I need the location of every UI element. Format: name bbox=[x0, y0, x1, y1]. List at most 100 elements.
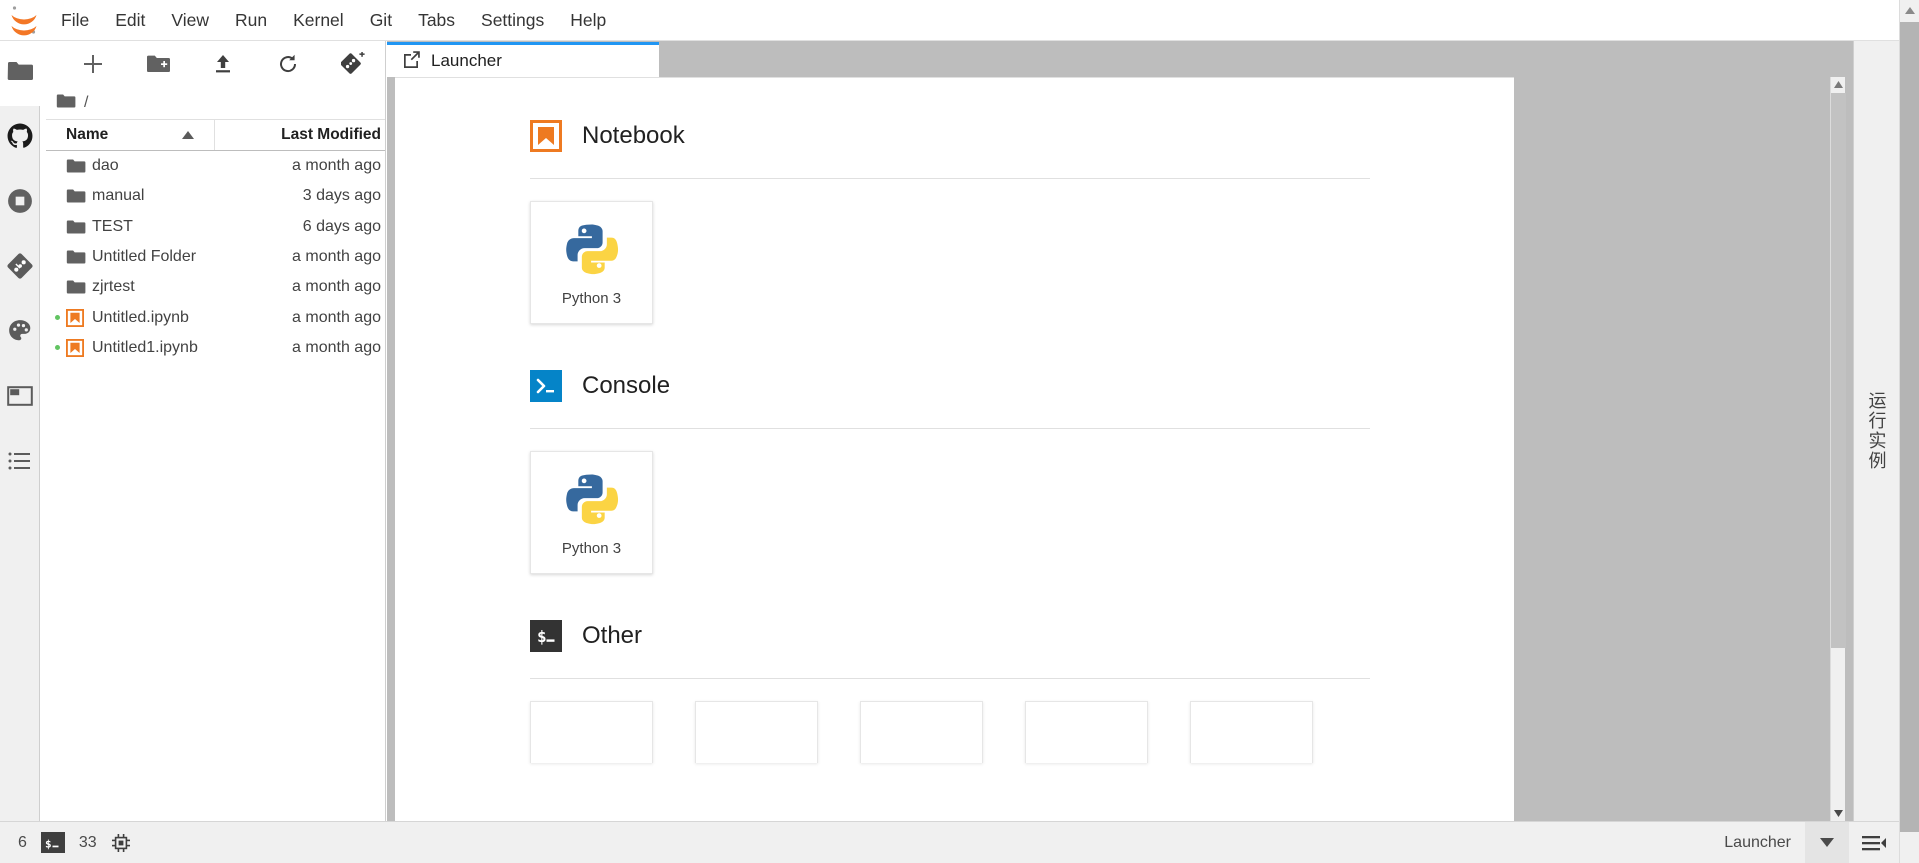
sidebar-item-running[interactable] bbox=[0, 171, 40, 236]
terminal-count-indicator[interactable]: 33 bbox=[79, 834, 97, 852]
hamburger-menu-icon[interactable] bbox=[1849, 822, 1899, 863]
section-divider bbox=[530, 178, 1370, 179]
file-list-item-modified: 6 days ago bbox=[215, 218, 385, 236]
page-scroll-up-button[interactable] bbox=[1900, 0, 1919, 21]
launcher-card-console-python3-label: Python 3 bbox=[562, 540, 621, 557]
new-launcher-button[interactable] bbox=[60, 44, 125, 84]
scrollbar-thumb[interactable] bbox=[1831, 93, 1846, 648]
launcher-section-console-title: Console bbox=[582, 372, 670, 400]
list-icon bbox=[7, 450, 33, 477]
launcher-other-cards bbox=[530, 701, 1514, 763]
sidebar-item-commands[interactable] bbox=[0, 301, 40, 366]
file-list-item-modified: 3 days ago bbox=[215, 187, 385, 205]
section-divider bbox=[530, 428, 1370, 429]
menu-view[interactable]: View bbox=[158, 0, 222, 41]
sidebar-item-file-browser[interactable] bbox=[0, 41, 40, 106]
file-list-item[interactable]: zjrtesta month ago bbox=[46, 272, 385, 302]
kernel-count-indicator[interactable]: 6 bbox=[18, 834, 27, 852]
file-list-item-modified: a month ago bbox=[215, 157, 385, 175]
launcher-vertical-scrollbar[interactable] bbox=[1830, 77, 1845, 821]
file-list-header: Name Last Modified bbox=[46, 119, 385, 151]
folder-icon bbox=[66, 188, 92, 204]
notebook-icon bbox=[66, 339, 92, 357]
menu-help[interactable]: Help bbox=[557, 0, 619, 41]
right-sidebar-running-instances[interactable]: 运行实例 bbox=[1864, 391, 1890, 471]
file-list-item-name: TEST bbox=[92, 218, 215, 236]
menu-file[interactable]: File bbox=[48, 0, 102, 41]
file-list-item-name: zjrtest bbox=[92, 278, 215, 296]
column-header-name-label: Name bbox=[66, 126, 108, 144]
menu-kernel[interactable]: Kernel bbox=[280, 0, 357, 41]
file-list-item[interactable]: daoa month ago bbox=[46, 151, 385, 181]
running-kernel-indicator-dot bbox=[50, 345, 64, 350]
running-stop-icon bbox=[7, 188, 33, 219]
menu-run[interactable]: Run bbox=[222, 0, 280, 41]
sidebar-item-tabs[interactable] bbox=[0, 366, 40, 431]
github-icon bbox=[7, 123, 33, 154]
launcher-card-contextual-help[interactable] bbox=[1025, 701, 1148, 763]
launcher-section-console: Console Python 3 bbox=[530, 364, 1514, 574]
git-clone-button[interactable] bbox=[320, 44, 385, 84]
launcher-card-markdown-file[interactable] bbox=[860, 701, 983, 763]
menu-tabs[interactable]: Tabs bbox=[405, 0, 468, 41]
launcher-card-text-file[interactable] bbox=[695, 701, 818, 763]
breadcrumb-path[interactable]: / bbox=[84, 94, 88, 112]
upload-files-button[interactable] bbox=[190, 44, 255, 84]
dock-tab-bar: Launcher bbox=[387, 41, 1515, 77]
page-scrollbar-thumb[interactable] bbox=[1900, 22, 1919, 832]
notebook-icon bbox=[530, 120, 562, 152]
launcher-card-console-python3[interactable]: Python 3 bbox=[530, 451, 653, 574]
column-header-last-modified-label: Last Modified bbox=[281, 126, 381, 144]
scroll-up-arrow-button[interactable] bbox=[1831, 77, 1846, 92]
breadcrumb[interactable]: / bbox=[40, 87, 385, 119]
file-list-item-name: manual bbox=[92, 187, 215, 205]
cpu-icon[interactable] bbox=[111, 833, 131, 853]
sidebar-item-git[interactable] bbox=[0, 236, 40, 301]
file-list-item[interactable]: Untitled.ipynba month ago bbox=[46, 302, 385, 332]
launcher-card-extra[interactable] bbox=[1190, 701, 1313, 763]
refresh-file-list-button[interactable] bbox=[255, 44, 320, 84]
file-list-item-modified: a month ago bbox=[215, 248, 385, 266]
git-icon bbox=[7, 253, 33, 284]
folder-icon bbox=[66, 249, 92, 265]
file-list-item[interactable]: Untitled Foldera month ago bbox=[46, 242, 385, 272]
status-bar: 6 $ 33 bbox=[0, 821, 1899, 863]
terminal-icon: $ bbox=[530, 620, 562, 652]
file-list: daoa month agomanual3 days agoTEST6 days… bbox=[46, 151, 385, 821]
launcher-body: Notebook Python bbox=[395, 78, 1514, 821]
file-list-item[interactable]: TEST6 days ago bbox=[46, 212, 385, 242]
file-list-item-name: Untitled.ipynb bbox=[92, 309, 215, 327]
launcher-icon bbox=[403, 50, 421, 73]
folder-icon bbox=[66, 279, 92, 295]
left-activity-bar bbox=[0, 41, 40, 821]
file-browser-panel: / Name Last Modified daoa month agomanua… bbox=[40, 41, 386, 821]
file-list-item-modified: a month ago bbox=[215, 278, 385, 296]
window-icon bbox=[7, 385, 33, 412]
launcher-card-terminal[interactable] bbox=[530, 701, 653, 763]
folder-icon bbox=[66, 219, 92, 235]
menu-git[interactable]: Git bbox=[357, 0, 405, 41]
file-list-item-modified: a month ago bbox=[215, 309, 385, 327]
status-bar-left: 6 $ 33 bbox=[0, 832, 131, 853]
file-list-item[interactable]: manual3 days ago bbox=[46, 181, 385, 211]
launcher-card-notebook-python3[interactable]: Python 3 bbox=[530, 201, 653, 324]
tab-launcher-label: Launcher bbox=[431, 51, 502, 71]
file-list-item[interactable]: Untitled1.ipynba month ago bbox=[46, 333, 385, 363]
status-current-tab-label: Launcher bbox=[1724, 834, 1805, 852]
launcher-section-other-header: $ Other bbox=[530, 614, 1514, 658]
sidebar-item-toc[interactable] bbox=[0, 431, 40, 496]
launcher-section-notebook: Notebook Python bbox=[530, 114, 1514, 324]
column-header-last-modified[interactable]: Last Modified bbox=[215, 120, 385, 150]
scroll-down-arrow-button[interactable] bbox=[1831, 806, 1846, 821]
sidebar-item-github[interactable] bbox=[0, 106, 40, 171]
chevron-down-icon[interactable] bbox=[1805, 822, 1849, 863]
column-header-name[interactable]: Name bbox=[46, 120, 215, 150]
tab-launcher[interactable]: Launcher bbox=[387, 42, 659, 77]
svg-text:$: $ bbox=[45, 837, 52, 850]
menu-settings[interactable]: Settings bbox=[468, 0, 557, 41]
text-file-icon bbox=[731, 738, 783, 763]
page-vertical-scrollbar[interactable] bbox=[1899, 0, 1919, 863]
new-folder-button[interactable] bbox=[125, 44, 190, 84]
menu-edit[interactable]: Edit bbox=[102, 0, 158, 41]
terminal-count-icon[interactable]: $ bbox=[41, 832, 65, 853]
